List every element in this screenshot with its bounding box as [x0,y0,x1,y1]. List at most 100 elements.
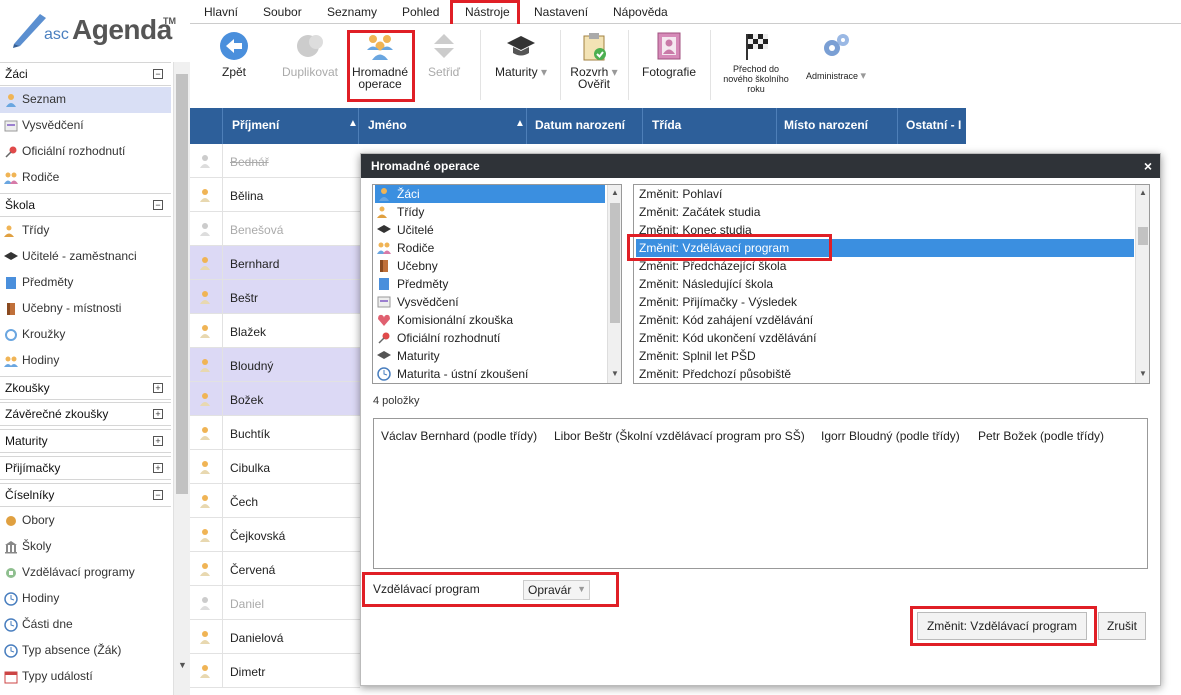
scrollbar-thumb[interactable] [176,74,188,494]
transition-label-3: roku [747,84,765,94]
administration-button[interactable]: Administrace ▾ [798,30,874,82]
sort-asc-icon[interactable]: ▲ [515,118,525,129]
table-row[interactable]: Dimetr [190,654,360,688]
sidebar-item-skoly[interactable]: Školy [0,534,171,560]
back-button[interactable]: Zpět [212,30,256,78]
menu-seznamy[interactable]: Seznamy [327,5,377,19]
entity-list-item[interactable]: Vysvědčení [375,293,605,311]
section-ciselniky[interactable]: Číselníky − [0,483,171,507]
sidebar-item-casti-dne[interactable]: Části dne [0,612,171,638]
cancel-button[interactable]: Zrušit [1098,612,1146,640]
section-zaci[interactable]: Žáci − [0,62,171,86]
entity-list-item[interactable]: Učitelé [375,221,605,239]
schedule-verify-button[interactable]: Rozvrh ▾ Ověřit [566,30,622,90]
entity-list-item[interactable]: Maturity [375,347,605,365]
sidebar-item-typ-absence[interactable]: Typ absence (Žák) [0,638,171,664]
table-row[interactable]: Božek [190,382,360,416]
table-row[interactable]: Bernhard [190,246,360,280]
sidebar-item-typy-udalosti[interactable]: Typy událostí [0,664,171,690]
operation-list[interactable]: Změnit: Pohlaví Změnit: Začátek studia Změ… [633,184,1150,384]
menu-napoveda[interactable]: Nápověda [613,5,668,19]
expand-icon[interactable]: + [153,409,163,419]
sidebar-item-seznam[interactable]: Seznam [0,87,171,113]
entity-list-scrollbar[interactable]: ▲ ▼ [607,185,621,383]
operation-list-item[interactable]: Změnit: Splnil let PŠD [636,347,1134,365]
entity-list-item[interactable]: Maturita - ústní zkoušení [375,365,605,383]
expand-icon[interactable]: + [153,436,163,446]
sidebar-item-rodice[interactable]: Rodiče [0,165,171,191]
table-row[interactable]: Benešová [190,212,360,246]
collapse-icon[interactable]: − [153,490,163,500]
close-icon[interactable]: × [1144,158,1152,174]
col-prijmeni[interactable]: Příjmení [232,118,279,132]
entity-list-item[interactable]: Učebny [375,257,605,275]
sidebar-item-krouzky[interactable]: Kroužky [0,322,171,348]
operation-list-scrollbar[interactable]: ▲ ▼ [1135,185,1149,383]
section-maturity[interactable]: Maturity + [0,429,171,453]
expand-icon[interactable]: + [153,383,163,393]
sidebar-item-hodiny-2[interactable]: Hodiny [0,586,171,612]
scroll-down-icon[interactable]: ▼ [178,660,187,670]
table-row[interactable]: Daniel [190,586,360,620]
table-row[interactable]: Červená [190,552,360,586]
maturity-button[interactable]: Maturity ▾ [488,30,554,78]
table-row[interactable]: Čejkovská [190,518,360,552]
photos-button[interactable]: Fotografie [636,30,702,78]
menu-soubor[interactable]: Soubor [263,5,302,19]
operation-list-item[interactable]: Změnit: Kód ukončení vzdělávání [636,329,1134,347]
operation-list-item[interactable]: Změnit: Kód zahájení vzdělávání [636,311,1134,329]
sidebar-item-tridy[interactable]: Třídy [0,218,171,244]
col-jmeno[interactable]: Jméno [368,118,407,132]
entity-list-item[interactable]: Oficiální rozhodnutí [375,329,605,347]
col-datum-narozeni[interactable]: Datum narození [535,118,625,132]
sidebar-item-vysvedceni[interactable]: Vysvědčení [0,113,171,139]
menu-nastaveni[interactable]: Nastavení [534,5,588,19]
entity-list-item[interactable]: Komisionální zkouška [375,311,605,329]
col-trida[interactable]: Třída [652,118,681,132]
section-zaverecne-zkousky[interactable]: Závěrečné zkoušky + [0,402,171,426]
table-row[interactable]: Danielová [190,620,360,654]
new-school-year-button[interactable]: Přechod do nového školního roku [718,30,794,94]
expand-icon[interactable]: + [153,463,163,473]
clipboard-check-icon [583,33,606,61]
table-row[interactable]: Bělina [190,178,360,212]
entity-list[interactable]: Žáci Třídy Učitelé Rodiče Učebny Předměty Vysv… [372,184,622,384]
sidebar-item-predmety[interactable]: Předměty [0,270,171,296]
sort-button[interactable]: Setřiď [416,30,472,78]
table-row[interactable]: Bednář [190,144,360,178]
table-row[interactable]: Cibulka [190,450,360,484]
entity-list-item[interactable]: Předměty [375,275,605,293]
collapse-icon[interactable]: − [153,200,163,210]
table-row[interactable]: Buchtík [190,416,360,450]
sidebar-scrollbar[interactable]: ▼ [173,62,190,695]
duplicate-button[interactable]: Duplikovat [278,30,342,78]
menu-hlavni[interactable]: Hlavní [204,5,238,19]
col-misto-narozeni[interactable]: Místo narození [784,118,868,132]
sidebar-item-oficialni-rozhodnuti[interactable]: Oficiální rozhodnutí [0,139,171,165]
section-skola[interactable]: Škola − [0,193,171,217]
entity-list-item[interactable]: Třídy [375,203,605,221]
table-row[interactable]: Čech [190,484,360,518]
operation-list-item[interactable]: Změnit: Následující škola [636,275,1134,293]
student-icon [200,223,210,236]
menu-pohled[interactable]: Pohled [402,5,439,19]
sidebar-item-ucebny[interactable]: Učebny - místnosti [0,296,171,322]
section-prijimacky[interactable]: Přijímačky + [0,456,171,480]
sidebar-item-obory[interactable]: Obory [0,508,171,534]
sidebar-item-ucitele[interactable]: Učitelé - zaměstnanci [0,244,171,270]
col-ostatni[interactable]: Ostatní - I [906,118,966,132]
operation-list-item[interactable]: Změnit: Předchozí působiště [636,365,1134,383]
operation-list-item[interactable]: Změnit: Pohlaví [636,185,1134,203]
table-row[interactable]: Beštr [190,280,360,314]
operation-list-item[interactable]: Změnit: Začátek studia [636,203,1134,221]
sidebar-item-vzdelavaci-programy[interactable]: Vzdělávací programy [0,560,171,586]
table-row[interactable]: Bloudný [190,348,360,382]
entity-list-item[interactable]: Žáci [375,185,605,203]
entity-list-item[interactable]: Rodiče [375,239,605,257]
sidebar-item-hodiny[interactable]: Hodiny [0,348,171,374]
operation-list-item[interactable]: Změnit: Přijímačky - Výsledek [636,293,1134,311]
table-row[interactable]: Blažek [190,314,360,348]
sort-asc-icon[interactable]: ▲ [348,118,358,129]
collapse-icon[interactable]: − [153,69,163,79]
section-zkousky[interactable]: Zkoušky + [0,376,171,400]
